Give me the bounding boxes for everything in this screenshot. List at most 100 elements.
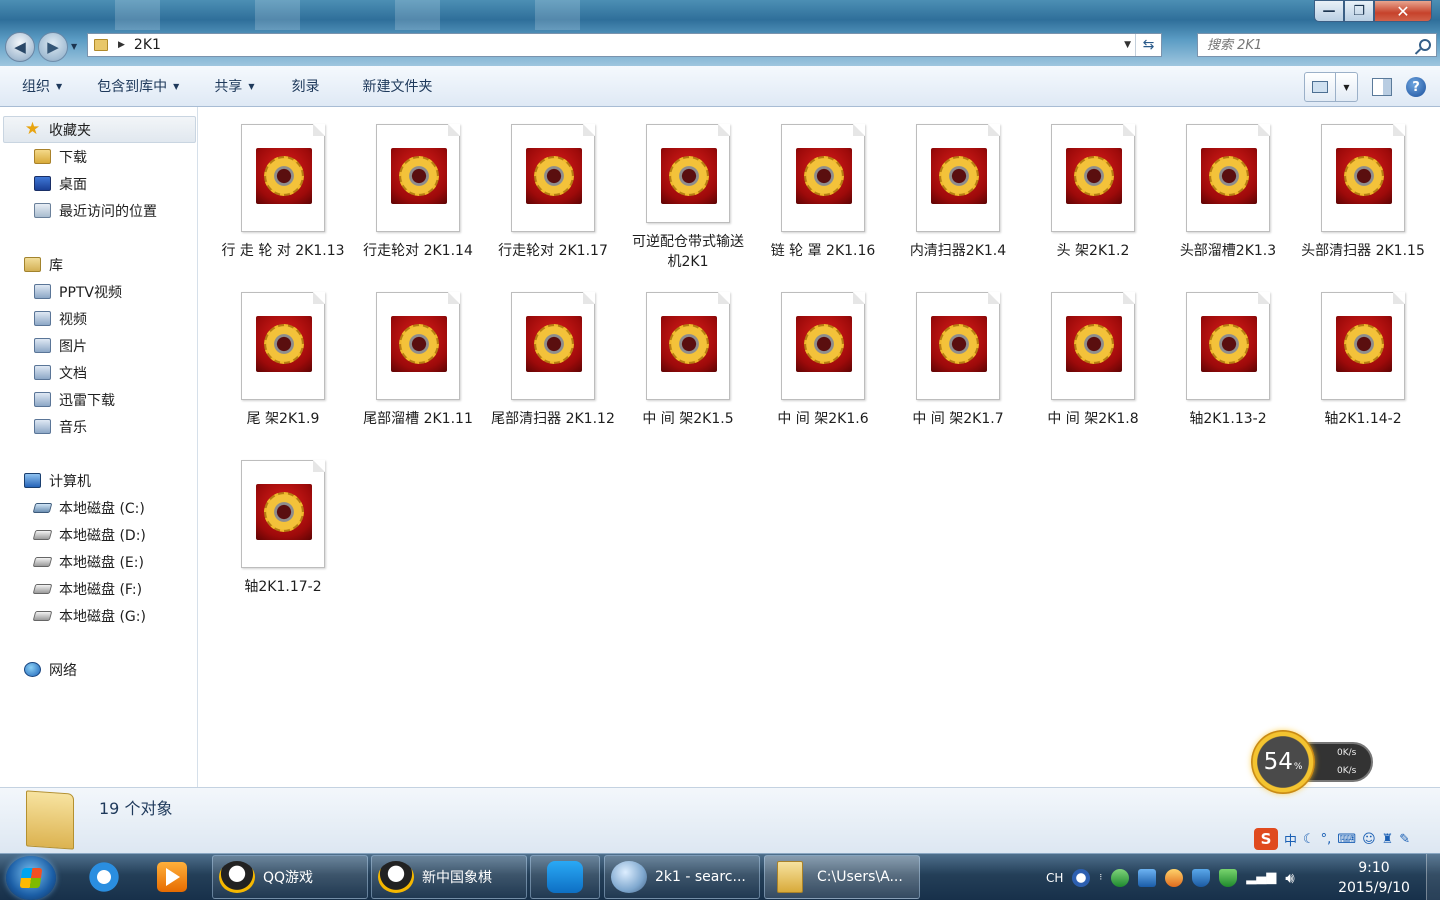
volume-icon[interactable]: 🔊︎	[1285, 869, 1294, 887]
taskbar-item-cloud[interactable]	[530, 855, 600, 899]
search-input[interactable]	[1207, 37, 1407, 53]
search-box[interactable]	[1197, 33, 1437, 57]
maximize-button[interactable]: ❐	[1344, 0, 1374, 22]
new-folder-button[interactable]: 新建文件夹	[351, 71, 443, 101]
help-icon[interactable]	[1072, 868, 1091, 887]
nav-item-pptv-video[interactable]: PPTV视频	[34, 278, 122, 305]
taskbar-item-qq-game[interactable]: QQ游戏	[212, 855, 368, 899]
nav-item-drive-f[interactable]: 本地磁盘 (F:)	[32, 575, 142, 602]
security-shield-icon[interactable]	[1111, 868, 1130, 887]
shirt-icon[interactable]: ♜	[1382, 832, 1394, 847]
nav-item-drive-c[interactable]: 本地磁盘 (C:)	[32, 494, 145, 521]
file-item[interactable]: 轴2K1.13-2	[1165, 275, 1291, 440]
nav-item-downloads[interactable]: 下载	[34, 143, 87, 170]
user-icon[interactable]: ☺	[1362, 832, 1376, 847]
wrench-icon[interactable]: ✎	[1399, 832, 1410, 847]
file-item[interactable]: 中 间 架2K1.6	[760, 275, 886, 440]
taskbar-pin-media[interactable]	[152, 858, 192, 896]
file-item[interactable]: 内清扫器2K1.4	[895, 107, 1021, 272]
language-indicator[interactable]: CH	[1046, 871, 1063, 885]
nav-libraries[interactable]: 库	[24, 251, 63, 278]
close-button[interactable]: ✕	[1374, 0, 1432, 22]
library-folder-icon	[34, 392, 51, 407]
qq-tray-icon[interactable]	[1165, 868, 1184, 887]
share-button[interactable]: 共享 ▼	[203, 71, 265, 101]
hard-drive-icon	[32, 583, 53, 594]
show-desktop-button[interactable]	[1426, 854, 1440, 900]
shield-icon[interactable]	[1192, 868, 1211, 887]
file-item[interactable]: 头部溜槽2K1.3	[1165, 107, 1291, 272]
taskbar-item-chinese-chess[interactable]: 新中国象棋	[371, 855, 527, 899]
file-item[interactable]: 尾部溜槽 2K1.11	[355, 275, 481, 440]
punctuation-icon[interactable]: °,	[1321, 832, 1332, 847]
file-item[interactable]: 头部清扫器 2K1.15	[1300, 107, 1426, 272]
refresh-button[interactable]: ⇆	[1135, 34, 1161, 56]
file-item[interactable]: 行走轮对 2K1.17	[490, 107, 616, 272]
file-item[interactable]: 可逆配仓带式输送机2K1	[625, 107, 751, 272]
nav-item-videos[interactable]: 视频	[34, 305, 87, 332]
chevron-down-icon[interactable]: ▼	[1335, 73, 1357, 101]
sogou-ime-logo-icon[interactable]: S	[1254, 828, 1278, 850]
system-clock[interactable]: 9:10 2015/9/10	[1334, 858, 1414, 898]
half-moon-icon[interactable]: ☾	[1303, 832, 1315, 847]
ime-mode-chinese[interactable]: 中	[1284, 830, 1297, 849]
taskbar-item-search[interactable]: 2k1 - searc...	[604, 855, 760, 899]
nav-item-documents[interactable]: 文档	[34, 359, 87, 386]
nav-computer[interactable]: 计算机	[24, 467, 91, 494]
file-item[interactable]: 链 轮 罩 2K1.16	[760, 107, 886, 272]
nav-item-desktop[interactable]: 桌面	[34, 170, 87, 197]
nav-favorites[interactable]: ★ 收藏夹	[3, 116, 196, 143]
antivirus-shield-icon[interactable]	[1219, 868, 1238, 887]
file-name: 中 间 架2K1.6	[777, 411, 869, 427]
file-item[interactable]: 尾部清扫器 2K1.12	[490, 275, 616, 440]
music-library-icon	[34, 419, 51, 434]
network-tray-icon[interactable]	[1138, 868, 1157, 887]
include-in-library-button[interactable]: 包含到库中 ▼	[86, 71, 190, 101]
cad-app-gear-icon	[661, 316, 717, 372]
nav-item-drive-e[interactable]: 本地磁盘 (E:)	[32, 548, 144, 575]
nav-item-drive-g[interactable]: 本地磁盘 (G:)	[32, 602, 146, 629]
recent-pages-dropdown[interactable]: ▼	[71, 42, 77, 51]
search-icon[interactable]	[1419, 39, 1431, 51]
breadcrumb-chevron-icon[interactable]: ▶	[118, 40, 125, 50]
keyboard-icon[interactable]: ⌨	[1337, 832, 1356, 847]
change-view-button[interactable]: ▼	[1304, 72, 1358, 102]
back-button[interactable]: ◀	[5, 32, 35, 62]
file-item[interactable]: 行 走 轮 对 2K1.13	[220, 107, 346, 272]
file-item[interactable]: 头 架2K1.2	[1030, 107, 1156, 272]
taskbar-pin-ie[interactable]	[84, 858, 124, 896]
breadcrumb-current[interactable]: 2K1	[134, 37, 161, 53]
network-icon	[24, 662, 41, 677]
nav-item-thunder-downloads[interactable]: 迅雷下载	[34, 386, 115, 413]
nav-item-pictures[interactable]: 图片	[34, 332, 87, 359]
address-history-dropdown-icon[interactable]: ▼	[1124, 40, 1131, 50]
file-item[interactable]: 行走轮对 2K1.14	[355, 107, 481, 272]
file-item[interactable]: 轴2K1.17-2	[220, 443, 346, 608]
taskbar-item-explorer[interactable]: C:\Users\A...	[764, 855, 920, 899]
address-bar[interactable]: ▶ 2K1 ▼ ⇆	[87, 33, 1162, 57]
file-item[interactable]: 中 间 架2K1.5	[625, 275, 751, 440]
cad-app-gear-icon	[1336, 148, 1392, 204]
file-name: 尾部清扫器 2K1.12	[491, 411, 615, 427]
help-icon[interactable]: ?	[1406, 77, 1426, 97]
minimize-button[interactable]: —	[1314, 0, 1344, 22]
nav-network[interactable]: 网络	[24, 656, 77, 683]
organize-button[interactable]: 组织 ▼	[11, 71, 73, 101]
nav-item-recent-places[interactable]: 最近访问的位置	[34, 197, 157, 224]
ime-options-icon[interactable]: ⁝	[1099, 873, 1102, 883]
forward-button[interactable]: ▶	[38, 32, 68, 62]
search-magnifier-icon	[611, 861, 647, 893]
file-item[interactable]: 轴2K1.14-2	[1300, 275, 1426, 440]
nav-item-music[interactable]: 音乐	[34, 413, 87, 440]
preview-pane-icon[interactable]	[1372, 78, 1392, 96]
network-speed-widget[interactable]: 0K/s 0K/s 54%	[1251, 730, 1375, 794]
signal-bars-icon[interactable]: ▂▄▆	[1246, 870, 1276, 885]
file-item[interactable]: 中 间 架2K1.8	[1030, 275, 1156, 440]
view-icon[interactable]	[1305, 73, 1335, 101]
file-item[interactable]: 中 间 架2K1.7	[895, 275, 1021, 440]
nav-item-drive-d[interactable]: 本地磁盘 (D:)	[32, 521, 146, 548]
start-button[interactable]	[6, 856, 56, 900]
pictures-library-icon	[34, 338, 51, 353]
burn-button[interactable]: 刻录	[280, 71, 330, 101]
file-item[interactable]: 尾 架2K1.9	[220, 275, 346, 440]
